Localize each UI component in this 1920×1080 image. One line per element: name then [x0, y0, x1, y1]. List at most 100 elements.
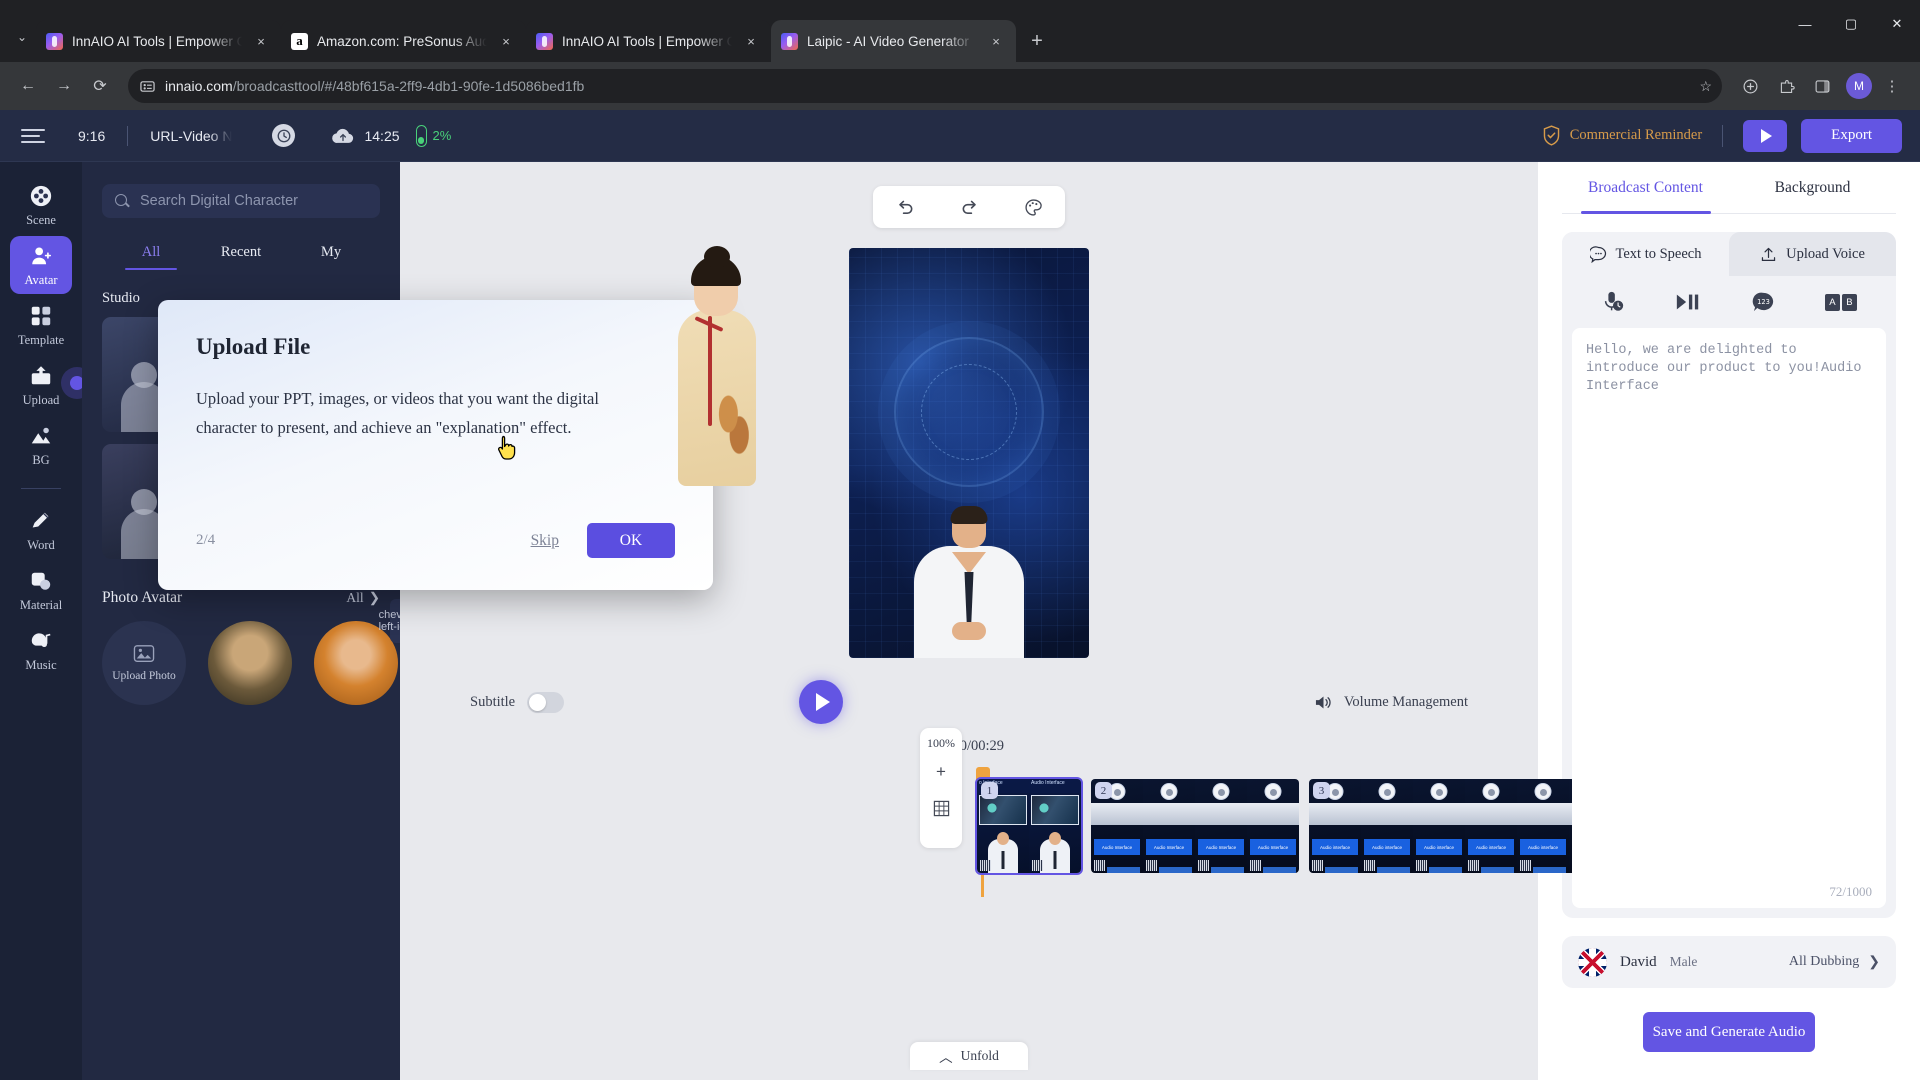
- unfold-label: Unfold: [960, 1048, 999, 1063]
- film-reel-icon: [28, 183, 54, 209]
- speaker-icon: [1315, 695, 1331, 709]
- divider: [1722, 124, 1724, 147]
- tab-close-icon[interactable]: ×: [741, 31, 761, 51]
- hamburger-icon[interactable]: [18, 121, 48, 151]
- modal-footer: 2/4 Skip OK: [196, 523, 675, 558]
- subtitle-toggle[interactable]: [527, 691, 565, 713]
- timeline-clip[interactable]: 1 o Interface Audio Interface: [975, 777, 1083, 875]
- modal-ok-button[interactable]: OK: [587, 523, 675, 558]
- modal-skip-link[interactable]: Skip: [531, 532, 559, 550]
- sidebar-item-template[interactable]: Template: [10, 296, 72, 354]
- redo-icon[interactable]: [952, 190, 986, 224]
- url-path: /broadcasttool/#/48bf615a-2ff9-4db1-90fe…: [232, 78, 585, 94]
- save-and-generate-audio-button[interactable]: Save and Generate Audio: [1643, 1012, 1815, 1052]
- all-dubbing-link[interactable]: All Dubbing ❯: [1789, 954, 1880, 971]
- script-text: Hello, we are delighted to introduce our…: [1586, 343, 1870, 394]
- chevron-right-icon: ❯: [1868, 954, 1880, 970]
- sidebar-item-label: Scene: [26, 213, 56, 227]
- upload-photo-button[interactable]: Upload Photo: [102, 621, 186, 705]
- presenter-avatar: [909, 506, 1029, 658]
- tab-title: InnAIO AI Tools | Empower Con: [562, 33, 732, 49]
- new-tab-button[interactable]: +: [1022, 26, 1052, 56]
- tab-my[interactable]: My: [286, 244, 376, 270]
- video-preview-stage[interactable]: [849, 248, 1089, 658]
- share-icon[interactable]: [1734, 70, 1766, 102]
- sidepanel-icon[interactable]: [1806, 70, 1838, 102]
- tab-close-icon[interactable]: ×: [251, 31, 271, 51]
- timeline-clip[interactable]: 2 Audio Interface Audio Interface Audio …: [1089, 777, 1301, 875]
- tab-all[interactable]: All: [106, 244, 196, 270]
- back-button[interactable]: ←: [12, 70, 44, 102]
- voice-selector[interactable]: David Male All Dubbing ❯: [1562, 936, 1896, 988]
- commercial-reminder-button[interactable]: Commercial Reminder: [1542, 125, 1702, 146]
- address-bar[interactable]: innaio.com/broadcasttool/#/48bf615a-2ff9…: [128, 69, 1722, 103]
- photo-avatar-header: Photo Avatar All ❯: [102, 589, 380, 607]
- photo-avatar-all-label: All: [346, 590, 364, 605]
- subtitle-label: Subtitle: [470, 693, 516, 710]
- tab-text-to-speech[interactable]: Text to Speech: [1562, 232, 1729, 276]
- sidebar-item-upload[interactable]: Upload: [10, 356, 84, 414]
- script-textarea[interactable]: Hello, we are delighted to introduce our…: [1572, 328, 1886, 908]
- unfold-timeline-button[interactable]: ︿ Unfold: [910, 1042, 1028, 1070]
- tab-close-icon[interactable]: ×: [986, 31, 1006, 51]
- palette-icon[interactable]: [1016, 190, 1050, 224]
- tab-broadcast-content[interactable]: Broadcast Content: [1562, 162, 1729, 213]
- browser-tab-2[interactable]: a Amazon.com: PreSonus AudioB ×: [281, 20, 526, 62]
- window-maximize-button[interactable]: ▢: [1828, 6, 1874, 42]
- tab-close-icon[interactable]: ×: [496, 31, 516, 51]
- search-icon: [115, 194, 129, 208]
- innaio-favicon-icon: [781, 32, 798, 50]
- subtitle-toggle-group[interactable]: Subtitle: [470, 691, 565, 713]
- library-tabs: All Recent My: [102, 244, 380, 270]
- browser-menu-icon[interactable]: ⋮: [1876, 70, 1908, 102]
- ab-pronunciation-icon[interactable]: A B: [1824, 293, 1857, 311]
- tabstrip-chevron-icon[interactable]: ⌄: [8, 15, 36, 59]
- microphone-speed-icon[interactable]: [1601, 290, 1625, 314]
- bookmark-star-icon[interactable]: ☆: [1699, 78, 1712, 95]
- url-text: innaio.com/broadcasttool/#/48bf615a-2ff9…: [165, 78, 584, 94]
- undo-icon[interactable]: [888, 190, 922, 224]
- sidebar-item-bg[interactable]: BG: [10, 416, 72, 474]
- sidebar-item-word[interactable]: Word: [10, 501, 72, 559]
- uk-flag-icon: [1578, 947, 1607, 977]
- photo-avatar-item[interactable]: [208, 621, 292, 705]
- amazon-favicon-icon: a: [291, 32, 308, 50]
- number-bubble-icon[interactable]: 123: [1752, 291, 1775, 314]
- upload-voice-label: Upload Voice: [1786, 245, 1865, 262]
- window-close-button[interactable]: ✕: [1874, 6, 1920, 42]
- tab-title: InnAIO AI Tools | Empower Con: [72, 33, 242, 49]
- sidebar-item-scene[interactable]: Scene: [10, 176, 72, 234]
- export-button[interactable]: Export: [1801, 118, 1902, 153]
- play-pause-icon[interactable]: [1675, 292, 1701, 312]
- profile-avatar[interactable]: M: [1846, 73, 1872, 99]
- window-minimize-button[interactable]: —: [1782, 6, 1828, 42]
- sidebar-item-label: Word: [27, 538, 55, 552]
- tab-background[interactable]: Background: [1729, 162, 1896, 213]
- chevron-up-icon: ︿: [939, 1050, 953, 1065]
- reload-button[interactable]: ⟳: [84, 70, 116, 102]
- site-info-icon[interactable]: [140, 79, 155, 94]
- search-input[interactable]: Search Digital Character: [102, 184, 380, 218]
- volume-management-button[interactable]: Volume Management: [1314, 694, 1468, 711]
- photo-avatar-all-link[interactable]: All ❯: [346, 590, 380, 606]
- zoom-level: 100%: [927, 736, 955, 750]
- browser-tab-1[interactable]: InnAIO AI Tools | Empower Con ×: [36, 20, 281, 62]
- tab-upload-voice[interactable]: Upload Voice: [1729, 232, 1896, 276]
- layers-icon: [28, 568, 54, 594]
- clock-icon[interactable]: [272, 124, 296, 147]
- photo-avatar-item[interactable]: [314, 621, 398, 705]
- header-play-button[interactable]: [1743, 119, 1788, 152]
- forward-button[interactable]: →: [48, 70, 80, 102]
- browser-tab-4-active[interactable]: Laipic - AI Video Generator ×: [771, 20, 1016, 62]
- browser-tab-3[interactable]: InnAIO AI Tools | Empower Con ×: [526, 20, 771, 62]
- tab-recent[interactable]: Recent: [196, 244, 286, 270]
- sidebar-item-avatar[interactable]: Avatar: [10, 236, 72, 294]
- play-icon: [1761, 128, 1773, 143]
- preview-play-button[interactable]: [799, 680, 844, 724]
- upload-file-tooltip-modal[interactable]: Upload File Upload your PPT, images, or …: [158, 300, 713, 590]
- extensions-icon[interactable]: [1770, 70, 1802, 102]
- project-name[interactable]: URL-Video N: [150, 128, 232, 144]
- sidebar-item-label: BG: [32, 453, 50, 467]
- sidebar-item-music[interactable]: Music: [10, 621, 72, 679]
- sidebar-item-material[interactable]: Material: [10, 561, 72, 619]
